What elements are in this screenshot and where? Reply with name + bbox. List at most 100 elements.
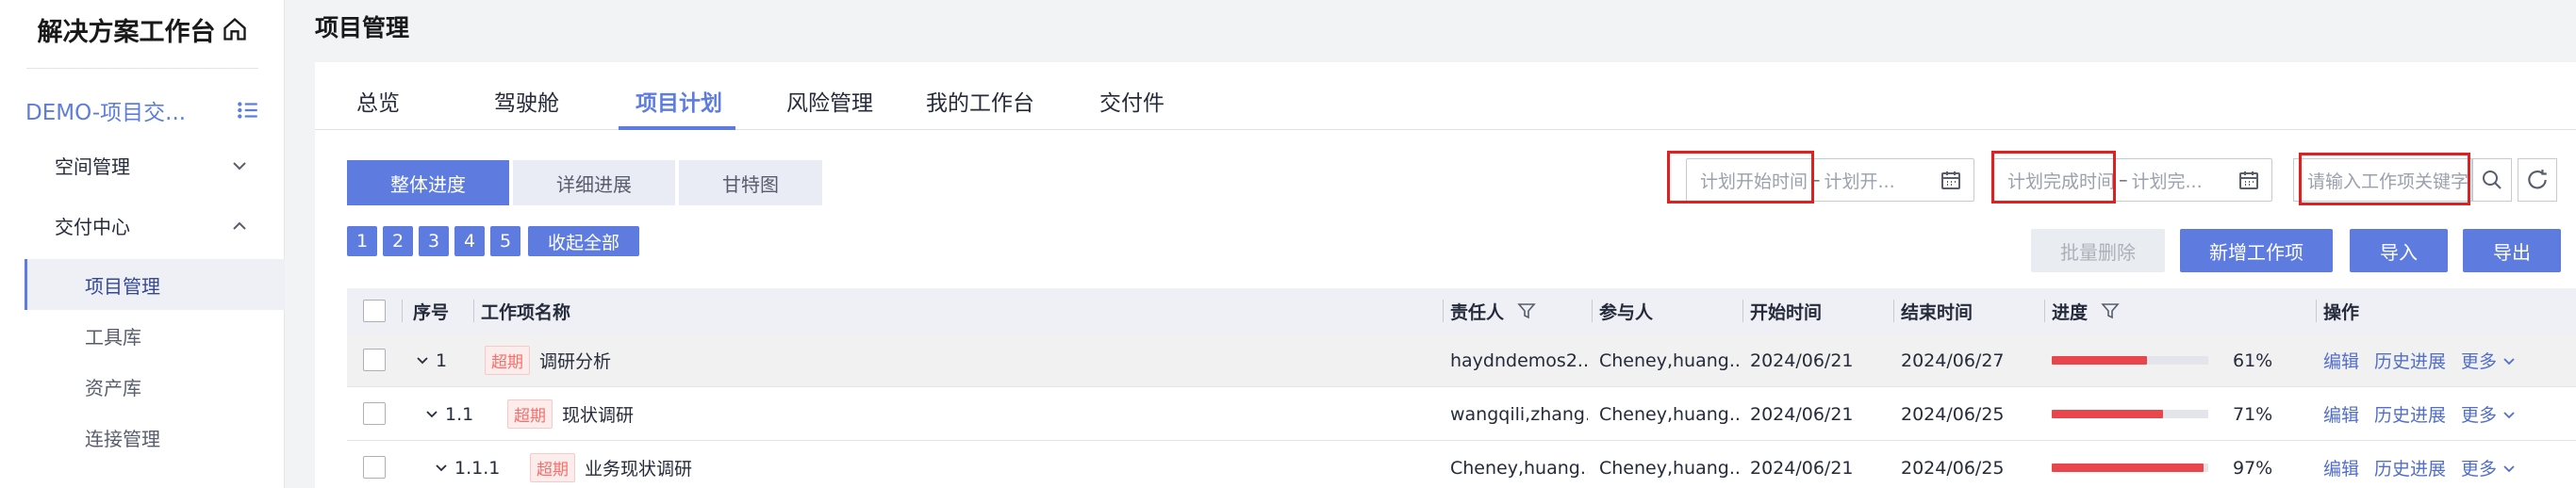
level-2-button[interactable]: 2	[383, 226, 413, 256]
chevron-down-icon[interactable]	[424, 407, 439, 422]
tab-risk[interactable]: 风险管理	[786, 85, 873, 117]
more-label: 更多	[2461, 351, 2498, 372]
edit-link[interactable]: 编辑	[2323, 401, 2359, 427]
more-label: 更多	[2461, 405, 2498, 426]
row-name: 超期 现状调研	[507, 387, 634, 441]
chevron-down-icon	[2503, 464, 2515, 472]
sidebar-item-label: 连接管理	[85, 427, 160, 450]
more-menu[interactable]: 更多	[2461, 348, 2516, 373]
chevron-down-icon	[233, 162, 246, 171]
row-name-text[interactable]: 业务现状调研	[585, 455, 692, 480]
edit-link[interactable]: 编辑	[2323, 348, 2359, 373]
column-divider	[1443, 300, 1444, 322]
row-checkbox[interactable]	[363, 402, 386, 425]
select-all-checkbox[interactable]	[363, 300, 386, 322]
chevron-down-icon	[2503, 411, 2515, 418]
tab-cockpit[interactable]: 驾驶舱	[494, 85, 559, 117]
segment-overall[interactable]: 整体进度	[347, 160, 509, 205]
project-selector[interactable]: DEMO-项目交...	[0, 87, 285, 134]
tab-project-plan[interactable]: 项目计划	[636, 85, 722, 117]
column-divider	[1592, 300, 1593, 322]
row-progress-label: 61%	[2233, 350, 2273, 371]
keyword-search-input[interactable]: 请输入工作项关键字	[2293, 158, 2472, 202]
more-menu[interactable]: 更多	[2461, 455, 2516, 480]
more-menu[interactable]: 更多	[2461, 401, 2516, 427]
row-no: 1.1	[424, 387, 473, 441]
column-divider	[402, 300, 403, 322]
sidebar-item-assets[interactable]: 资产库	[25, 361, 285, 412]
app-root: 解决方案工作台 DEMO-项目交... 空间管理 交付中心 项目管理 工具库 资…	[0, 0, 2576, 488]
overdue-badge: 超期	[507, 399, 553, 429]
row-name-text[interactable]: 调研分析	[539, 348, 611, 373]
col-no: 序号	[413, 301, 450, 323]
sidebar-item-connections[interactable]: 连接管理	[25, 412, 285, 463]
history-link[interactable]: 历史进展	[2374, 348, 2446, 373]
plan-start-range[interactable]: 计划开始时间 – 计划开...	[1686, 158, 1974, 202]
edit-link[interactable]: 编辑	[2323, 455, 2359, 480]
row-progress-label: 71%	[2233, 403, 2273, 425]
tab-deliverables[interactable]: 交付件	[1099, 85, 1164, 117]
plan-start-to: 计划开...	[1824, 171, 1895, 192]
progress-bar	[2052, 356, 2208, 365]
sidebar-item-label: 项目管理	[85, 274, 160, 298]
chevron-down-icon[interactable]	[434, 461, 449, 476]
history-link[interactable]: 历史进展	[2374, 401, 2446, 427]
batch-delete-button[interactable]: 批量删除	[2031, 229, 2165, 272]
filter-icon[interactable]	[1517, 301, 1536, 320]
row-ops: 编辑 历史进展 更多	[2323, 441, 2516, 488]
row-name: 超期 调研分析	[485, 333, 611, 387]
sidebar-item-project-management[interactable]: 项目管理	[25, 259, 285, 310]
nav-group-delivery[interactable]: 交付中心	[0, 202, 285, 249]
calendar-icon[interactable]	[1940, 169, 1962, 191]
range-separator: –	[2119, 170, 2128, 190]
brand[interactable]: 解决方案工作台	[0, 0, 285, 58]
level-4-button[interactable]: 4	[454, 226, 485, 256]
plan-start-from: 计划开始时间	[1700, 171, 1808, 192]
table-row[interactable]: 1.1 超期 现状调研 wangqili,zhang... Cheney,hua…	[347, 387, 2576, 441]
col-end: 结束时间	[1901, 301, 1973, 323]
history-link[interactable]: 历史进展	[2374, 455, 2446, 480]
col-start: 开始时间	[1750, 301, 1823, 323]
chevron-down-icon[interactable]	[415, 353, 430, 368]
row-owner: haydndemos2...	[1450, 350, 1588, 371]
collapse-all-button[interactable]: 收起全部	[528, 226, 639, 256]
filter-icon[interactable]	[2101, 301, 2120, 320]
row-no: 1	[415, 333, 447, 387]
nav-group-space[interactable]: 空间管理	[0, 141, 285, 188]
progress-fill	[2052, 464, 2204, 472]
progress-fill	[2052, 356, 2148, 365]
row-name-text[interactable]: 现状调研	[562, 401, 634, 427]
segment-detail[interactable]: 详细进展	[513, 160, 675, 205]
progress-bar	[2052, 410, 2208, 418]
segment-gantt[interactable]: 甘特图	[679, 160, 822, 205]
level-3-button[interactable]: 3	[419, 226, 449, 256]
chevron-up-icon	[233, 221, 246, 230]
import-button[interactable]: 导入	[2350, 229, 2448, 272]
plan-end-range[interactable]: 计划完成时间 – 计划完...	[1993, 158, 2272, 202]
table-row[interactable]: 1.1.1 超期 业务现状调研 Cheney,huang... Cheney,h…	[347, 441, 2576, 488]
table-row[interactable]: 1 超期 调研分析 haydndemos2... Cheney,huang...…	[347, 333, 2576, 387]
refresh-icon	[2528, 170, 2547, 189]
range-separator: –	[1811, 170, 1821, 190]
row-checkbox[interactable]	[363, 456, 386, 479]
column-divider	[1893, 300, 1894, 322]
row-checkbox[interactable]	[363, 349, 386, 371]
home-icon	[223, 17, 246, 41]
progress-fill	[2052, 410, 2163, 418]
search-button[interactable]	[2472, 158, 2512, 202]
list-icon[interactable]	[236, 98, 260, 122]
column-divider	[2316, 300, 2317, 322]
level-5-button[interactable]: 5	[490, 226, 520, 256]
level-1-button[interactable]: 1	[347, 226, 377, 256]
col-owner: 责任人	[1450, 288, 1536, 333]
plan-end-from: 计划完成时间	[2007, 171, 2116, 192]
tab-overview[interactable]: 总览	[356, 85, 400, 117]
export-button[interactable]: 导出	[2463, 229, 2561, 272]
sidebar-item-toolbox[interactable]: 工具库	[25, 310, 285, 361]
row-end: 2024/06/27	[1901, 350, 2005, 371]
new-item-button[interactable]: 新增工作项	[2180, 229, 2333, 272]
tab-my-workbench[interactable]: 我的工作台	[926, 85, 1034, 117]
tab-bar: 总览 驾驶舱 项目计划 风险管理 我的工作台 交付件	[315, 62, 2576, 130]
calendar-icon[interactable]	[2237, 169, 2260, 191]
refresh-button[interactable]	[2518, 158, 2557, 202]
